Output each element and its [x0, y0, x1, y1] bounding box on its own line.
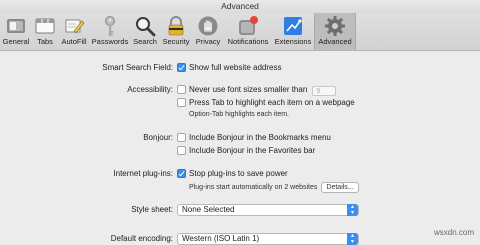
key-icon [105, 16, 115, 36]
tab-label: Notifications [227, 37, 269, 46]
bonjour-favorites-checkbox[interactable] [177, 146, 186, 155]
checkbox-label: Press Tab to highlight each item on a we… [189, 98, 355, 107]
tabs-icon [35, 18, 55, 34]
window-title: Advanced [221, 1, 259, 11]
notifications-icon [239, 16, 258, 35]
smart-search-label: Smart Search Field: [102, 63, 173, 72]
plugins-note: Plug-ins start automatically on 2 websit… [189, 184, 318, 191]
tab-label: Privacy [195, 37, 221, 46]
min-font-size-checkbox[interactable] [177, 85, 186, 94]
gear-icon [325, 16, 345, 36]
plugins-note-row: Plug-ins start automatically on 2 websit… [189, 182, 359, 193]
bonjour-bookmarks-row[interactable]: Include Bonjour in the Bookmarks menu [177, 133, 331, 142]
magnifier-icon [136, 17, 156, 37]
font-size-select[interactable]: 9 [312, 86, 337, 96]
checkbox-label: Show full website address [189, 63, 282, 72]
tab-general[interactable]: General [0, 13, 32, 50]
tab-passwords[interactable]: Passwords [90, 13, 130, 50]
option-tab-note: Option-Tab highlights each item. [189, 111, 289, 118]
checkbox-label: Stop plug-ins to save power [189, 169, 288, 178]
puzzle-icon [284, 17, 302, 35]
show-full-address-checkbox-row[interactable]: Show full website address [177, 63, 282, 72]
details-button[interactable]: Details... [321, 182, 359, 193]
tab-autofill[interactable]: AutoFill [58, 13, 90, 50]
font-size-value: 9 [316, 88, 321, 95]
tab-tabs[interactable]: Tabs [32, 13, 58, 50]
stylesheet-select[interactable]: None Selected ▴ ▾ [177, 204, 359, 216]
checkbox-label: Include Bonjour in the Bookmarks menu [189, 133, 331, 142]
preferences-toolbar: General Tabs AutoFill Passwords Search S… [0, 13, 480, 51]
tab-label: General [2, 37, 30, 46]
min-font-size-row[interactable]: Never use font sizes smaller than 9 [177, 85, 337, 96]
checkbox-label: Never use font sizes smaller than [189, 85, 308, 94]
bonjour-bookmarks-checkbox[interactable] [177, 133, 186, 142]
tab-label: Security [162, 37, 190, 46]
stylesheet-value: None Selected [182, 205, 235, 214]
encoding-select[interactable]: Western (ISO Latin 1) ▴ ▾ [177, 233, 359, 245]
stylesheet-label: Style sheet: [131, 205, 173, 214]
tab-privacy[interactable]: Privacy [192, 13, 224, 50]
tab-label: Extensions [274, 37, 312, 46]
plugins-label: Internet plug-ins: [113, 169, 173, 178]
watermark: wsxdn.com [433, 228, 474, 237]
chevron-updown-icon: ▴ ▾ [347, 233, 358, 245]
tab-highlight-checkbox[interactable] [177, 98, 186, 107]
checkbox-label: Include Bonjour in the Favorites bar [189, 146, 316, 155]
window-title-bar: Advanced [0, 0, 480, 13]
tab-notifications[interactable]: Notifications [224, 13, 272, 50]
chevron-updown-icon: ▴ ▾ [347, 204, 358, 216]
tab-advanced[interactable]: Advanced [314, 13, 356, 50]
tab-extensions[interactable]: Extensions [272, 13, 314, 50]
tab-label: AutoFill [61, 37, 87, 46]
stop-plugins-row[interactable]: Stop plug-ins to save power [177, 169, 288, 178]
tab-label: Advanced [318, 37, 352, 46]
encoding-value: Western (ISO Latin 1) [182, 234, 260, 243]
bonjour-favorites-row[interactable]: Include Bonjour in the Favorites bar [177, 146, 315, 155]
advanced-preferences-pane: Smart Search Field: Show full website ad… [0, 51, 480, 245]
encoding-label: Default encoding: [110, 234, 173, 243]
accessibility-label: Accessibility: [127, 85, 173, 94]
tab-label: Passwords [91, 37, 129, 46]
autofill-pencil-icon [65, 19, 85, 34]
show-full-address-checkbox[interactable] [177, 63, 186, 72]
bonjour-label: Bonjour: [143, 133, 173, 142]
tab-label: Tabs [37, 37, 53, 46]
tab-security[interactable]: Security [160, 13, 192, 50]
hand-icon [198, 16, 218, 36]
padlock-icon [168, 16, 184, 36]
tab-highlight-row[interactable]: Press Tab to highlight each item on a we… [177, 98, 355, 107]
tab-label: Search [133, 37, 157, 46]
stop-plugins-checkbox[interactable] [177, 169, 186, 178]
tab-search[interactable]: Search [130, 13, 160, 50]
general-switch-icon [7, 19, 25, 33]
